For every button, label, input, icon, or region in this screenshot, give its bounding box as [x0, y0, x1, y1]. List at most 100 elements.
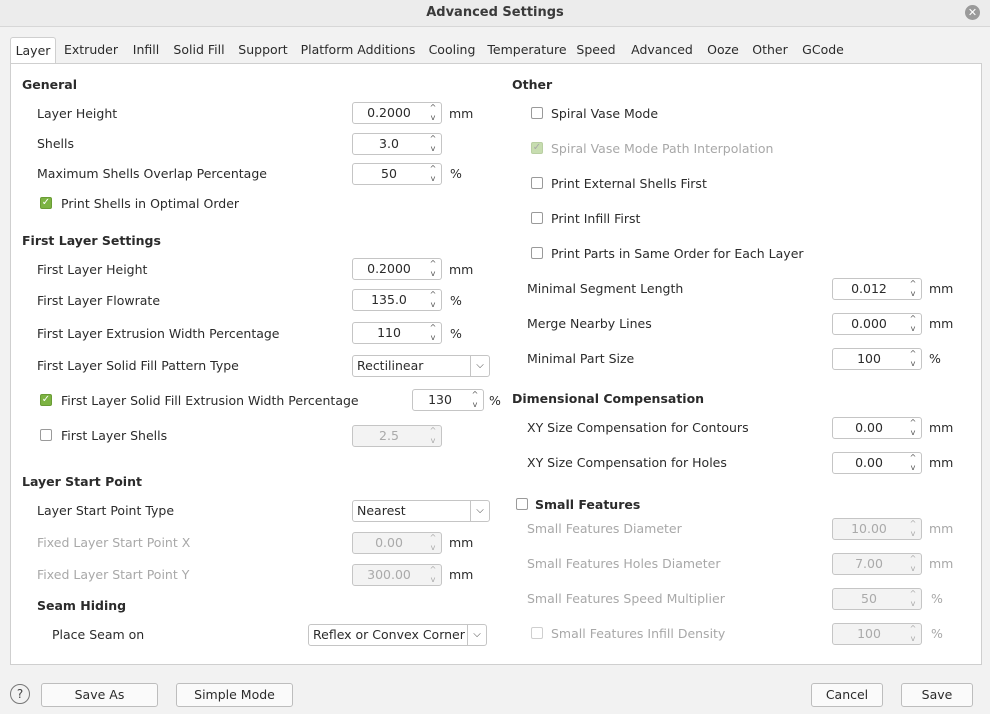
tab-gcode[interactable]: GCode — [796, 37, 850, 62]
spin-arrows-icon[interactable]: ^ v — [425, 103, 441, 123]
first-layer-solid-fill-width-checkbox[interactable]: ✓ — [40, 394, 52, 406]
place-seam-label: Place Seam on — [52, 627, 145, 642]
tab-speed[interactable]: Speed — [574, 37, 618, 62]
spin-arrows-icon[interactable]: ^ v — [905, 418, 921, 438]
max-shells-overlap-label: Maximum Shells Overlap Percentage — [37, 166, 267, 181]
layer-start-point-type-label: Layer Start Point Type — [37, 503, 175, 518]
spin-arrows-icon[interactable]: ^ v — [905, 314, 921, 334]
spiral-interp-checkbox[interactable]: ✓ — [531, 142, 543, 154]
first-layer-flowrate-label: First Layer Flowrate — [37, 293, 161, 308]
tab-cooling[interactable]: Cooling — [424, 37, 480, 62]
tab-infill[interactable]: Infill — [128, 37, 164, 62]
first-layer-solid-fill-pattern-select[interactable]: Rectilinear ⌵ — [352, 355, 490, 377]
section-first-layer-title: First Layer Settings — [22, 233, 161, 248]
max-shells-overlap-value: 50 — [381, 166, 397, 181]
spin-arrows-icon[interactable]: ^ v — [425, 533, 441, 553]
spin-arrows-icon[interactable]: ^ v — [905, 589, 921, 609]
spin-arrows-icon[interactable]: ^ v — [905, 279, 921, 299]
small-features-checkbox[interactable] — [516, 498, 528, 510]
sf-diameter-spinbox[interactable]: 10.00 ^ v — [832, 518, 922, 540]
tab-platform-additions[interactable]: Platform Additions — [298, 37, 418, 62]
min-part-spinbox[interactable]: 100 ^ v — [832, 348, 922, 370]
print-shells-optimal-label: Print Shells in Optimal Order — [61, 196, 240, 211]
sf-holes-diameter-unit: mm — [929, 556, 954, 571]
tab-ooze[interactable]: Ooze — [704, 37, 742, 62]
spin-arrows-icon[interactable]: ^ v — [425, 426, 441, 446]
spin-arrows-icon[interactable]: ^ v — [905, 519, 921, 539]
max-shells-overlap-spinbox[interactable]: 50 ^ v — [352, 163, 442, 185]
layer-height-spinbox[interactable]: 0.2000 ^ v — [352, 102, 442, 124]
spin-arrows-icon[interactable]: ^ v — [425, 259, 441, 279]
save-as-button[interactable]: Save As — [41, 683, 158, 707]
spiral-vase-checkbox[interactable] — [531, 107, 543, 119]
spin-arrows-icon[interactable]: ^ v — [905, 453, 921, 473]
first-layer-flowrate-value: 135.0 — [371, 292, 407, 307]
tab-layer[interactable]: Layer — [10, 37, 56, 64]
tab-solid-fill[interactable]: Solid Fill — [170, 37, 228, 62]
spin-arrows-icon[interactable]: ^ v — [425, 290, 441, 310]
place-seam-select[interactable]: Reflex or Convex Corner ⌵ — [308, 624, 487, 646]
spin-arrows-icon[interactable]: ^ v — [905, 349, 921, 369]
spin-arrows-icon[interactable]: ^ v — [425, 134, 441, 154]
tab-other[interactable]: Other — [750, 37, 790, 62]
tab-support[interactable]: Support — [234, 37, 292, 62]
first-layer-solid-fill-width-label: First Layer Solid Fill Extrusion Width P… — [61, 393, 359, 408]
spin-arrows-icon[interactable]: ^ v — [467, 390, 483, 410]
min-segment-spinbox[interactable]: 0.012 ^ v — [832, 278, 922, 300]
first-layer-height-value: 0.2000 — [367, 261, 411, 276]
xy-holes-spinbox[interactable]: 0.00 ^ v — [832, 452, 922, 474]
sf-holes-diameter-spinbox[interactable]: 7.00 ^ v — [832, 553, 922, 575]
first-layer-solid-fill-width-spinbox[interactable]: 130 ^ v — [412, 389, 484, 411]
tab-temperature[interactable]: Temperature — [486, 37, 568, 62]
infill-first-checkbox[interactable] — [531, 212, 543, 224]
spiral-interp-label: Spiral Vase Mode Path Interpolation — [551, 141, 774, 156]
fixed-start-y-spinbox[interactable]: 300.00 ^ v — [352, 564, 442, 586]
first-layer-extrusion-width-label: First Layer Extrusion Width Percentage — [37, 326, 280, 341]
external-first-checkbox[interactable] — [531, 177, 543, 189]
spin-arrows-icon[interactable]: ^ v — [905, 624, 921, 644]
layer-start-point-type-value: Nearest — [357, 503, 406, 518]
sf-speed-mult-unit: % — [931, 591, 943, 606]
tab-advanced[interactable]: Advanced — [624, 37, 700, 62]
sf-speed-mult-spinbox[interactable]: 50 ^ v — [832, 588, 922, 610]
first-layer-flowrate-spinbox[interactable]: 135.0 ^ v — [352, 289, 442, 311]
window-title: Advanced Settings — [426, 5, 564, 20]
first-layer-shells-checkbox[interactable] — [40, 429, 52, 441]
first-layer-extrusion-width-spinbox[interactable]: 110 ^ v — [352, 322, 442, 344]
spin-arrows-icon[interactable]: ^ v — [905, 554, 921, 574]
spin-arrows-icon[interactable]: ^ v — [425, 565, 441, 585]
chevron-down-icon[interactable]: ⌵ — [467, 625, 486, 645]
first-layer-solid-fill-width-value: 130 — [428, 392, 452, 407]
min-segment-unit: mm — [929, 281, 954, 296]
layer-start-point-type-select[interactable]: Nearest ⌵ — [352, 500, 490, 522]
sf-speed-mult-value: 50 — [861, 591, 877, 606]
fixed-start-y-label: Fixed Layer Start Point Y — [37, 567, 190, 582]
first-layer-solid-fill-width-unit: % — [489, 393, 501, 408]
first-layer-extrusion-width-value: 110 — [377, 325, 401, 340]
xy-holes-unit: mm — [929, 455, 954, 470]
place-seam-value: Reflex or Convex Corner — [313, 627, 465, 642]
chevron-down-icon[interactable]: ⌵ — [470, 501, 489, 521]
sf-infill-density-checkbox[interactable] — [531, 627, 543, 639]
shells-spinbox[interactable]: 3.0 ^ v — [352, 133, 442, 155]
spin-arrows-icon[interactable]: ^ v — [425, 164, 441, 184]
merge-lines-spinbox[interactable]: 0.000 ^ v — [832, 313, 922, 335]
max-shells-overlap-unit: % — [450, 166, 462, 181]
xy-contours-spinbox[interactable]: 0.00 ^ v — [832, 417, 922, 439]
chevron-down-icon[interactable]: ⌵ — [470, 356, 489, 376]
cancel-button[interactable]: Cancel — [811, 683, 883, 707]
same-order-checkbox[interactable] — [531, 247, 543, 259]
first-layer-shells-spinbox[interactable]: 2.5 ^ v — [352, 425, 442, 447]
close-icon[interactable]: ✕ — [965, 5, 980, 20]
print-shells-optimal-checkbox[interactable]: ✓ — [40, 197, 52, 209]
first-layer-height-spinbox[interactable]: 0.2000 ^ v — [352, 258, 442, 280]
spin-arrows-icon[interactable]: ^ v — [425, 323, 441, 343]
merge-lines-value: 0.000 — [851, 316, 887, 331]
fixed-start-x-spinbox[interactable]: 0.00 ^ v — [352, 532, 442, 554]
tab-extruder[interactable]: Extruder — [60, 37, 122, 62]
sf-infill-density-spinbox[interactable]: 100 ^ v — [832, 623, 922, 645]
help-icon[interactable]: ? — [10, 684, 30, 704]
simple-mode-button[interactable]: Simple Mode — [176, 683, 293, 707]
sf-diameter-unit: mm — [929, 521, 954, 536]
save-button[interactable]: Save — [901, 683, 973, 707]
